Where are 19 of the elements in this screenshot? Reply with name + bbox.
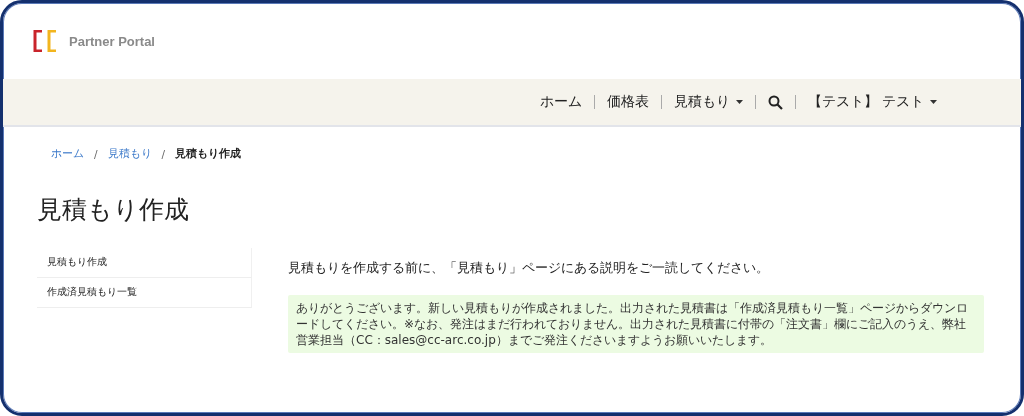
success-alert: ありがとうございます。新しい見積もりが作成されました。出力された見積書は「作成済見積もり一覧」ページからダウンロードしてください。※なお、発注はまだ行われておりません。出力された見積書に付帯の「注文書」欄にご記入のうえ、弊社営業担当（CC：sales@cc-arc.co.jp）までご発注くださいますようお願いいたします。 bbox=[288, 295, 984, 353]
intro-text: 見積もりを作成する前に、「見積もり」ページにある説明をご一読してください。 bbox=[288, 260, 770, 277]
logo-icon bbox=[33, 30, 59, 52]
sidebar-item[interactable]: 作成済見積もり一覧 bbox=[37, 278, 252, 308]
breadcrumb-link[interactable]: 見積もり bbox=[107, 147, 152, 161]
logo-text: Partner Portal bbox=[69, 33, 155, 49]
breadcrumb-separator: / bbox=[161, 148, 166, 160]
sidebar-item[interactable]: 見積もり作成 bbox=[37, 248, 252, 278]
nav-dropdown[interactable]: 見積もり bbox=[661, 93, 755, 111]
caret-icon bbox=[735, 100, 743, 104]
search-icon bbox=[767, 94, 783, 110]
caret-icon bbox=[930, 100, 937, 104]
current-page-label: 見積もり作成 bbox=[175, 147, 242, 161]
page-title: 見積もり作成 bbox=[37, 194, 190, 226]
nav-link[interactable]: ホーム bbox=[527, 93, 594, 111]
breadcrumb-separator: / bbox=[94, 148, 98, 160]
breadcrumb-link[interactable]: ホーム bbox=[51, 147, 84, 161]
nav-dropdown[interactable]: 【テスト】 テスト bbox=[795, 93, 949, 111]
nav-link[interactable]: 価格表 bbox=[594, 93, 661, 111]
